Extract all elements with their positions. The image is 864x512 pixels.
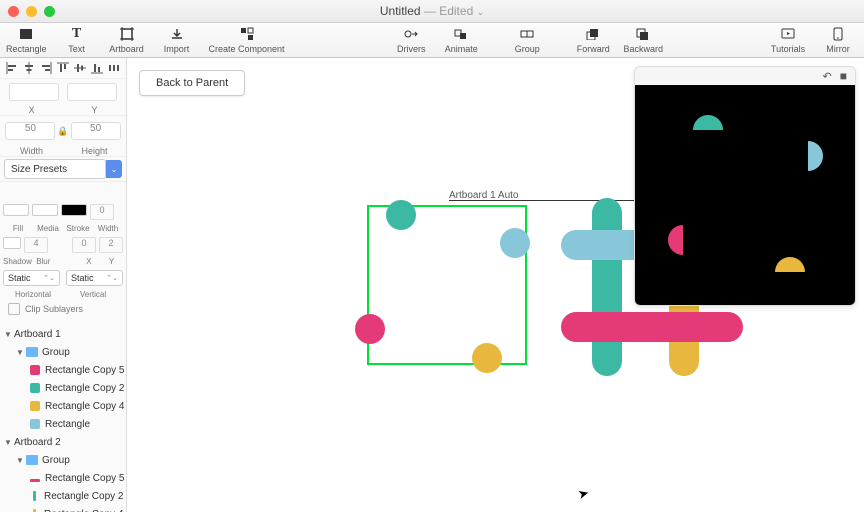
align-top-icon[interactable] — [57, 62, 69, 74]
traffic-lights[interactable] — [8, 6, 55, 17]
artboard-1-selection[interactable] — [367, 205, 527, 365]
animation-arrow-icon — [449, 200, 649, 201]
rectangle-tool[interactable]: Rectangle — [6, 25, 47, 54]
preview-panel: ↶ ■ — [634, 66, 856, 306]
forward-button[interactable]: Forward — [573, 25, 613, 54]
record-icon[interactable]: ■ — [840, 69, 847, 83]
window-title: Untitled — Edited ⌄ — [0, 4, 864, 18]
chevron-down-icon[interactable]: ⌄ — [106, 160, 122, 178]
create-component-button[interactable]: Create Component — [207, 25, 287, 54]
shadow-y-input[interactable]: 2 — [99, 237, 123, 253]
main-toolbar: Rectangle TText Artboard Import Create C… — [0, 23, 864, 58]
width-input[interactable]: 50 — [5, 122, 55, 140]
shadow-swatch[interactable] — [3, 237, 21, 249]
zoom-icon[interactable] — [44, 6, 55, 17]
layer-item[interactable]: Rectangle Copy 5 — [0, 361, 126, 379]
lock-icon[interactable]: 🔒 — [57, 126, 68, 137]
text-tool[interactable]: TText — [57, 25, 97, 54]
shape-circle[interactable] — [386, 200, 416, 230]
undo-icon[interactable]: ↶ — [823, 70, 832, 83]
shape-circle[interactable] — [355, 314, 385, 344]
shape-half — [775, 257, 805, 272]
minimize-icon[interactable] — [26, 6, 37, 17]
close-icon[interactable] — [8, 6, 19, 17]
canvas[interactable]: Back to Parent Artboard 1 Auto ➤ ↶ ■ — [127, 58, 864, 512]
layer-artboard-2[interactable]: ▼Artboard 2 — [0, 433, 126, 451]
shape-bar[interactable] — [561, 312, 743, 342]
shape-half — [693, 115, 723, 130]
import-button[interactable]: Import — [157, 25, 197, 54]
cursor-icon: ➤ — [576, 485, 591, 503]
drivers-button[interactable]: Drivers — [391, 25, 431, 54]
align-controls[interactable] — [0, 58, 126, 79]
backward-button[interactable]: Backward — [623, 25, 663, 54]
stroke-swatch[interactable] — [61, 204, 87, 216]
preview-viewport[interactable] — [635, 85, 855, 305]
shadow-x-input[interactable]: 0 — [72, 237, 96, 253]
align-vcenter-icon[interactable] — [74, 62, 86, 74]
group-button[interactable]: Group — [507, 25, 547, 54]
layer-group[interactable]: ▼Group — [0, 451, 126, 469]
clip-sublayers-checkbox[interactable] — [8, 303, 20, 315]
align-bottom-icon[interactable] — [91, 62, 103, 74]
layer-item[interactable]: Rectangle Copy 4 — [0, 397, 126, 415]
media-swatch[interactable] — [32, 204, 58, 216]
horizontal-constraint-select[interactable]: Static⌃⌄ — [3, 270, 60, 286]
distribute-icon[interactable] — [108, 62, 120, 74]
align-right-icon[interactable] — [40, 62, 52, 74]
align-hcenter-icon[interactable] — [23, 62, 35, 74]
layer-group[interactable]: ▼Group — [0, 343, 126, 361]
layer-item[interactable]: Rectangle Copy 2 — [0, 379, 126, 397]
vertical-constraint-select[interactable]: Static⌃⌄ — [66, 270, 123, 286]
blur-input[interactable]: 4 — [24, 237, 48, 253]
y-input[interactable] — [67, 83, 117, 101]
shape-circle[interactable] — [500, 228, 530, 258]
layer-item[interactable]: Rectangle Copy 2 — [0, 487, 126, 505]
window-titlebar: Untitled — Edited ⌄ — [0, 0, 864, 23]
layer-artboard-1[interactable]: ▼Artboard 1 — [0, 325, 126, 343]
inspector-panel: XY 50🔒50 WidthHeight Size Presets⌄ 0 Fil… — [0, 58, 127, 512]
folder-icon — [26, 455, 38, 465]
mirror-button[interactable]: Mirror — [818, 25, 858, 54]
tutorials-button[interactable]: Tutorials — [768, 25, 808, 54]
size-presets-select[interactable]: Size Presets — [4, 159, 106, 179]
back-to-parent-button[interactable]: Back to Parent — [139, 70, 245, 96]
height-input[interactable]: 50 — [71, 122, 121, 140]
layer-item[interactable]: Rectangle Copy 4 — [0, 505, 126, 512]
clip-label: Clip Sublayers — [25, 304, 83, 314]
layer-item[interactable]: Rectangle — [0, 415, 126, 433]
folder-icon — [26, 347, 38, 357]
layers-panel: ▼Artboard 1 ▼Group Rectangle Copy 5 Rect… — [0, 325, 126, 512]
fill-swatch[interactable] — [3, 204, 29, 216]
shape-half — [808, 141, 823, 171]
layer-item[interactable]: Rectangle Copy 5 — [0, 469, 126, 487]
align-left-icon[interactable] — [6, 62, 18, 74]
shape-circle[interactable] — [472, 343, 502, 373]
animate-button[interactable]: Animate — [441, 25, 481, 54]
x-input[interactable] — [9, 83, 59, 101]
stroke-width-input[interactable]: 0 — [90, 204, 114, 220]
shape-half — [668, 225, 683, 255]
artboard-tool[interactable]: Artboard — [107, 25, 147, 54]
shape-bar[interactable] — [592, 198, 622, 376]
